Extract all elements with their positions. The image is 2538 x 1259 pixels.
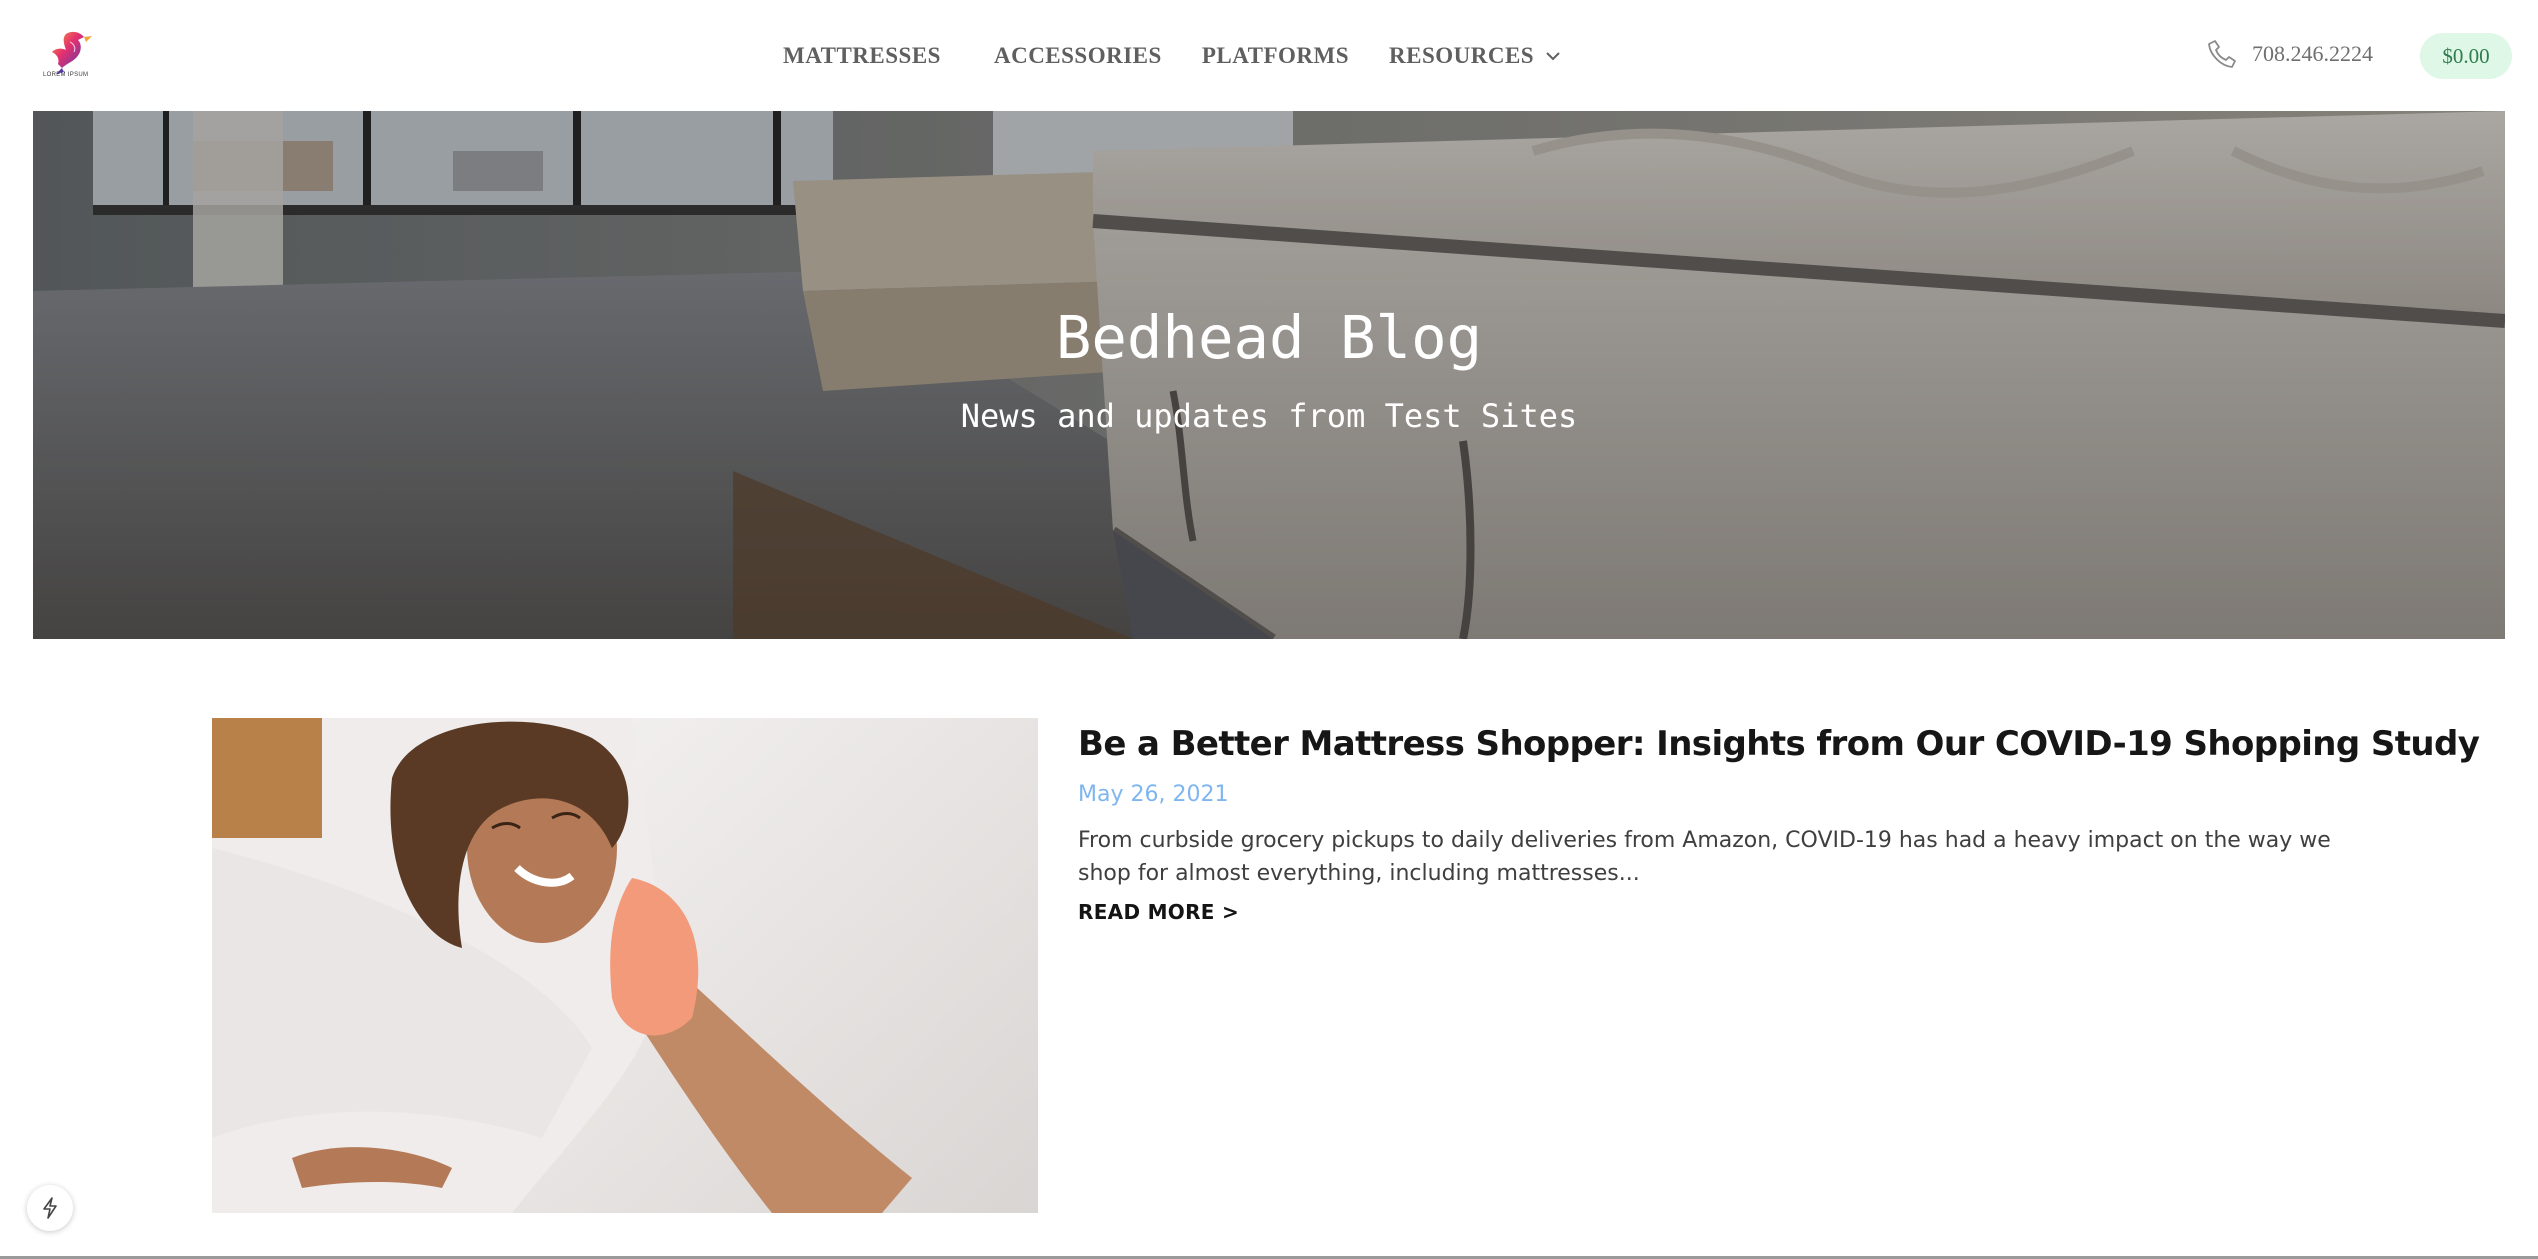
post-thumbnail[interactable] xyxy=(212,718,1038,1213)
post-image xyxy=(212,718,1038,1213)
hero-title: Bedhead Blog xyxy=(1055,303,1483,372)
post-date: May 26, 2021 xyxy=(1078,782,1229,807)
nav-item-mattresses[interactable]: MATTRESSES xyxy=(783,43,941,69)
lightning-icon xyxy=(43,1197,57,1219)
nav-item-platforms[interactable]: PLATFORMS xyxy=(1202,43,1349,69)
logo-text: LOREM IPSUM xyxy=(43,72,89,78)
phone-link[interactable]: 708.246.2224 xyxy=(2206,38,2373,70)
site-logo[interactable]: LOREM IPSUM xyxy=(40,28,96,86)
phone-icon xyxy=(2208,40,2236,68)
hero-overlay xyxy=(33,111,2505,639)
hero-subtitle: News and updates from Test Sites xyxy=(960,397,1578,435)
nav-item-accessories[interactable]: ACCESSORIES xyxy=(994,43,1162,69)
cart-button[interactable]: $0.00 xyxy=(2420,33,2512,79)
hero-banner: Bedhead Blog News and updates from Test … xyxy=(33,111,2505,639)
main-nav: MATTRESSES ACCESSORIES PLATFORMS RESOURC… xyxy=(783,40,1561,72)
nav-item-resources-label: RESOURCES xyxy=(1389,43,1535,68)
post-excerpt: From curbside grocery pickups to daily d… xyxy=(1078,828,2331,886)
floating-widget-button[interactable] xyxy=(27,1185,73,1231)
read-more-link[interactable]: READ MORE > xyxy=(1078,900,1239,924)
post-title[interactable]: Be a Better Mattress Shopper: Insights f… xyxy=(1078,720,2480,768)
phone-number: 708.246.2224 xyxy=(2252,41,2373,66)
nav-item-resources[interactable]: RESOURCES xyxy=(1389,43,1561,69)
chevron-down-icon xyxy=(1546,51,1560,60)
site-header: LOREM IPSUM MATTRESSES ACCESSORIES PLATF… xyxy=(0,0,2538,111)
blog-post-card: Be a Better Mattress Shopper: Insights f… xyxy=(212,718,2480,1214)
